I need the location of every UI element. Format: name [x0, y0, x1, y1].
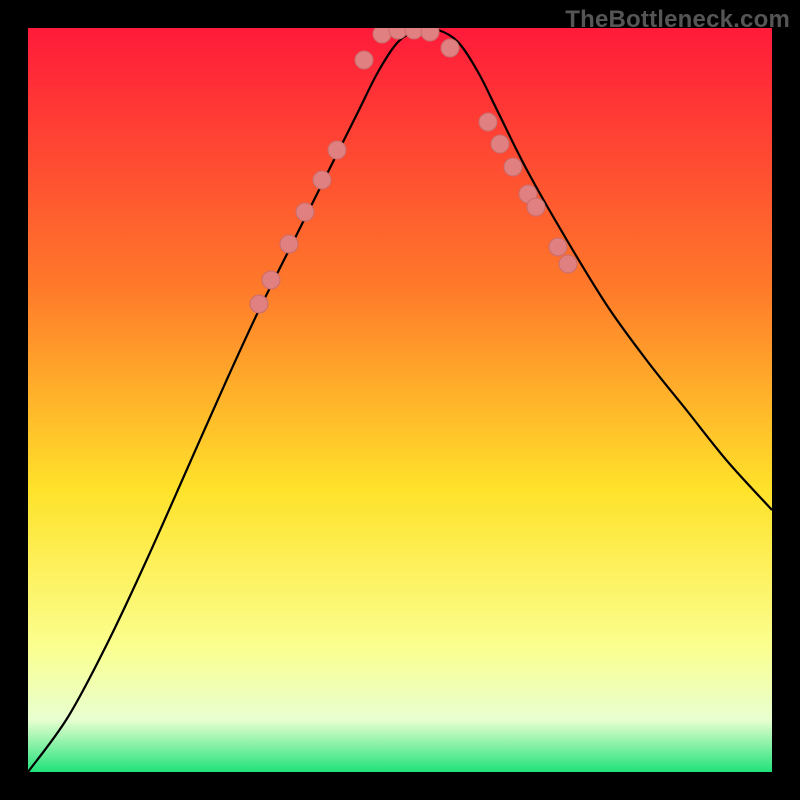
plot-area — [28, 28, 772, 772]
data-marker — [296, 203, 314, 221]
data-marker — [250, 295, 268, 313]
data-marker — [441, 39, 459, 57]
data-marker — [421, 28, 439, 41]
bottleneck-curve — [28, 29, 772, 773]
data-marker — [491, 135, 509, 153]
data-marker — [313, 171, 331, 189]
data-marker — [405, 28, 423, 39]
data-marker — [328, 141, 346, 159]
watermark-text: TheBottleneck.com — [565, 6, 790, 34]
data-marker — [559, 255, 577, 273]
outer-frame: TheBottleneck.com — [0, 0, 800, 800]
data-marker — [549, 238, 567, 256]
data-marker — [355, 51, 373, 69]
data-marker — [262, 271, 280, 289]
data-marker — [479, 113, 497, 131]
curve-layer — [28, 28, 772, 772]
data-marker — [527, 198, 545, 216]
data-marker — [280, 235, 298, 253]
data-marker — [373, 28, 391, 43]
data-marker — [504, 158, 522, 176]
